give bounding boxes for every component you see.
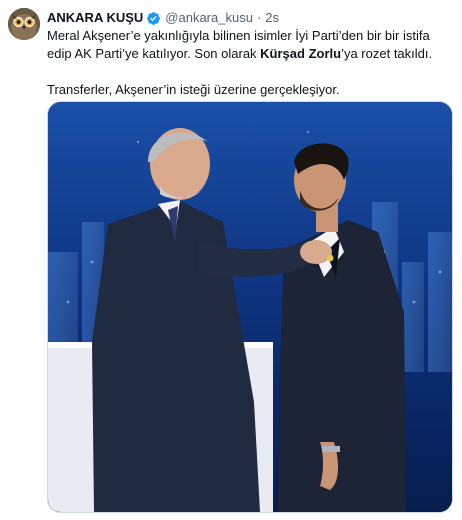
tweet-card[interactable]: ANKARA KUŞU @ankara_kusu · 2s Meral Akşe…: [0, 0, 462, 520]
post-timestamp[interactable]: 2s: [265, 9, 279, 27]
tweet-paragraph-1: Meral Akşener’e yakınlığıyla bilinen isi…: [47, 27, 455, 63]
tweet-text: Meral Akşener’e yakınlığıyla bilinen isi…: [47, 27, 455, 99]
tweet-paragraph-2: Transferler, Akşener’in isteği üzerine g…: [47, 82, 340, 97]
tweet-photo[interactable]: [47, 101, 453, 513]
author-display-name[interactable]: ANKARA KUŞU: [47, 9, 143, 27]
tweet-text-bold-name: Kürşad Zorlu: [260, 46, 342, 61]
tweet-header: ANKARA KUŞU @ankara_kusu · 2s: [47, 9, 279, 27]
tweet-text-part2: ’ya rozet takıldı.: [341, 46, 433, 61]
photo-illustration: [48, 102, 452, 512]
owl-avatar-icon[interactable]: [8, 8, 40, 40]
separator-dot: ·: [256, 10, 262, 25]
author-handle[interactable]: @ankara_kusu: [165, 9, 253, 27]
verified-badge-icon[interactable]: [146, 11, 161, 26]
